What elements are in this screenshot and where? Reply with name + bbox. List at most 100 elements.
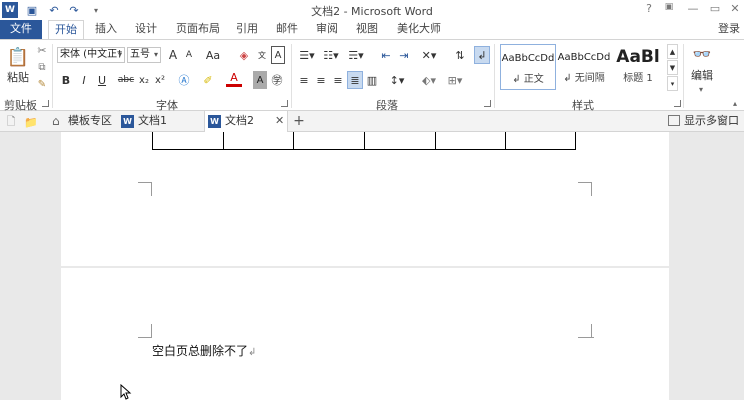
superscript-button[interactable]: x² <box>153 71 167 89</box>
tab-design[interactable]: 设计 <box>130 20 162 39</box>
char-border-icon[interactable]: A <box>271 46 285 64</box>
line-spacing-icon[interactable]: ↕▾ <box>386 71 408 89</box>
crop-mark <box>138 182 152 196</box>
crop-mark <box>151 324 165 338</box>
table-row <box>435 132 436 150</box>
document-tabs-bar: 🗋 📁 ⌂ 模板专区 W 文档1 W 文档2 ✕ + 显示多窗口 <box>0 111 744 132</box>
doctab-templates[interactable]: ⌂ 模板专区 <box>48 111 114 132</box>
style-normal[interactable]: AaBbCcDd ↲ 正文 <box>500 44 556 90</box>
tab-review[interactable]: 审阅 <box>312 20 342 39</box>
styles-scroll-up-icon[interactable]: ▲ <box>667 44 678 59</box>
close-button[interactable]: ✕ <box>726 2 744 18</box>
help-button[interactable]: ? <box>640 2 658 18</box>
body-paragraph[interactable]: 空白页总删除不了↲ <box>152 342 256 359</box>
text-effects-icon[interactable]: Ⓐ <box>176 71 192 89</box>
font-color-icon[interactable]: A <box>226 71 242 87</box>
title-bar: W ▣ ↶ ↷ ▾ 文档2 - Microsoft Word ? ▣ — ▭ ✕ <box>0 0 744 20</box>
distributed-icon[interactable]: ▥ <box>364 71 380 89</box>
format-painter-icon[interactable]: ✎ <box>35 77 49 91</box>
ribbon: 📋 粘贴 ✂ ⧉ ✎ 剪贴板 宋体 (中文正† ▾ 五号 ▾ A A Aa ◈ 文 … <box>0 39 744 112</box>
phonetic-guide-icon[interactable]: 文 <box>254 46 270 64</box>
add-tab-button[interactable]: + <box>292 112 306 130</box>
paragraph-text: 空白页总删除不了 <box>152 344 249 358</box>
collapse-ribbon-icon[interactable]: ▴ <box>730 98 740 108</box>
tab-page-layout[interactable]: 页面布局 <box>172 20 224 39</box>
bullets-icon[interactable]: ☰▾ <box>296 46 318 64</box>
doctab-doc1[interactable]: W 文档1 <box>118 111 198 132</box>
page-1[interactable] <box>61 132 669 266</box>
cut-icon[interactable]: ✂ <box>35 43 49 57</box>
tab-file[interactable]: 文件 <box>0 20 42 39</box>
new-doc-icon[interactable]: 🗋 <box>4 113 18 131</box>
highlight-icon[interactable]: ✐ <box>199 71 217 89</box>
style-heading-1[interactable]: AaBl 标题 1 <box>612 44 664 90</box>
strikethrough-button[interactable]: abc <box>117 71 135 89</box>
tab-beautify-master[interactable]: 美化大师 <box>392 20 446 39</box>
paste-icon[interactable]: 📋 <box>6 44 30 70</box>
align-left-icon[interactable]: ≡ <box>296 71 312 89</box>
subscript-button[interactable]: x₂ <box>137 71 151 89</box>
style-no-spacing[interactable]: AaBbCcDd ↲ 无间隔 <box>556 44 612 90</box>
page-2[interactable]: 空白页总删除不了↲ <box>61 268 669 400</box>
document-area: 空白页总删除不了↲ <box>0 132 744 400</box>
styles-scroll-down-icon[interactable]: ▼ <box>667 60 678 75</box>
font-name-value: 宋体 (中文正† <box>60 49 123 60</box>
font-name-combo[interactable]: 宋体 (中文正† ▾ <box>57 47 125 63</box>
ribbon-tabs: 文件 开始 插入 设计 页面布局 引用 邮件 审阅 视图 美化大师 登录 <box>0 20 744 39</box>
paste-button[interactable]: 粘贴 <box>4 68 32 86</box>
change-case-button[interactable]: Aa <box>202 46 224 64</box>
italic-button[interactable]: I <box>77 71 91 89</box>
open-folder-icon[interactable]: 📁 <box>24 113 38 131</box>
crop-mark <box>151 182 165 196</box>
tab-insert[interactable]: 插入 <box>90 20 122 39</box>
decrease-indent-icon[interactable]: ⇤ <box>378 46 394 64</box>
word-doc-icon: W <box>121 115 134 128</box>
shading-icon[interactable]: ⬖▾ <box>418 71 440 89</box>
show-multi-window-button[interactable]: 显示多窗口 <box>684 111 739 131</box>
minimize-button[interactable]: — <box>684 2 702 18</box>
paragraph-launcher-icon[interactable] <box>484 100 491 107</box>
justify-icon[interactable]: ≣ <box>347 71 363 89</box>
chinese-layout-icon[interactable]: ✕▾ <box>418 46 440 64</box>
font-size-combo[interactable]: 五号 ▾ <box>127 47 161 63</box>
grow-font-button[interactable]: A <box>165 46 181 64</box>
style-sample: AaBbCcDd <box>557 52 611 63</box>
table-row <box>364 132 365 150</box>
borders-icon[interactable]: ⊞▾ <box>444 71 466 89</box>
shrink-font-button[interactable]: A <box>182 46 196 64</box>
tab-references[interactable]: 引用 <box>232 20 262 39</box>
table-row <box>575 132 576 150</box>
clear-format-icon[interactable]: ◈ <box>236 46 252 64</box>
copy-icon[interactable]: ⧉ <box>35 60 49 74</box>
numbering-icon[interactable]: ☷▾ <box>320 46 342 64</box>
styles-launcher-icon[interactable] <box>674 100 681 107</box>
tab-mailings[interactable]: 邮件 <box>272 20 302 39</box>
clipboard-launcher-icon[interactable] <box>42 100 49 107</box>
restore-button[interactable]: ▭ <box>706 2 724 18</box>
chevron-down-icon: ▾ <box>153 50 158 59</box>
group-divider <box>291 44 292 108</box>
show-marks-icon[interactable]: ↲ <box>474 46 490 64</box>
doctab-doc2[interactable]: W 文档2 ✕ <box>204 111 288 132</box>
enclosed-char-icon[interactable]: ㊫ <box>269 71 285 89</box>
font-launcher-icon[interactable] <box>281 100 288 107</box>
bold-button[interactable]: B <box>59 71 73 89</box>
table[interactable] <box>152 132 576 150</box>
increase-indent-icon[interactable]: ⇥ <box>396 46 412 64</box>
ribbon-display-icon[interactable]: ▣ <box>660 2 678 18</box>
home-icon: ⌂ <box>52 114 60 128</box>
tab-view[interactable]: 视图 <box>352 20 382 39</box>
binoculars-icon[interactable]: 👓 <box>690 43 714 65</box>
paragraph-mark: ↲ <box>248 347 257 358</box>
login-link[interactable]: 登录 <box>718 20 740 38</box>
align-right-icon[interactable]: ≡ <box>330 71 346 89</box>
sort-icon[interactable]: ⇅ <box>452 46 468 64</box>
chevron-down-icon[interactable]: ▾ <box>694 80 708 98</box>
close-tab-icon[interactable]: ✕ <box>275 111 284 131</box>
align-center-icon[interactable]: ≡ <box>313 71 329 89</box>
tab-home[interactable]: 开始 <box>48 20 84 39</box>
styles-more-icon[interactable]: ▾ <box>667 76 678 91</box>
char-shading-icon[interactable]: A <box>253 71 267 89</box>
multilevel-list-icon[interactable]: ☴▾ <box>344 46 368 64</box>
underline-button[interactable]: U <box>95 71 109 89</box>
